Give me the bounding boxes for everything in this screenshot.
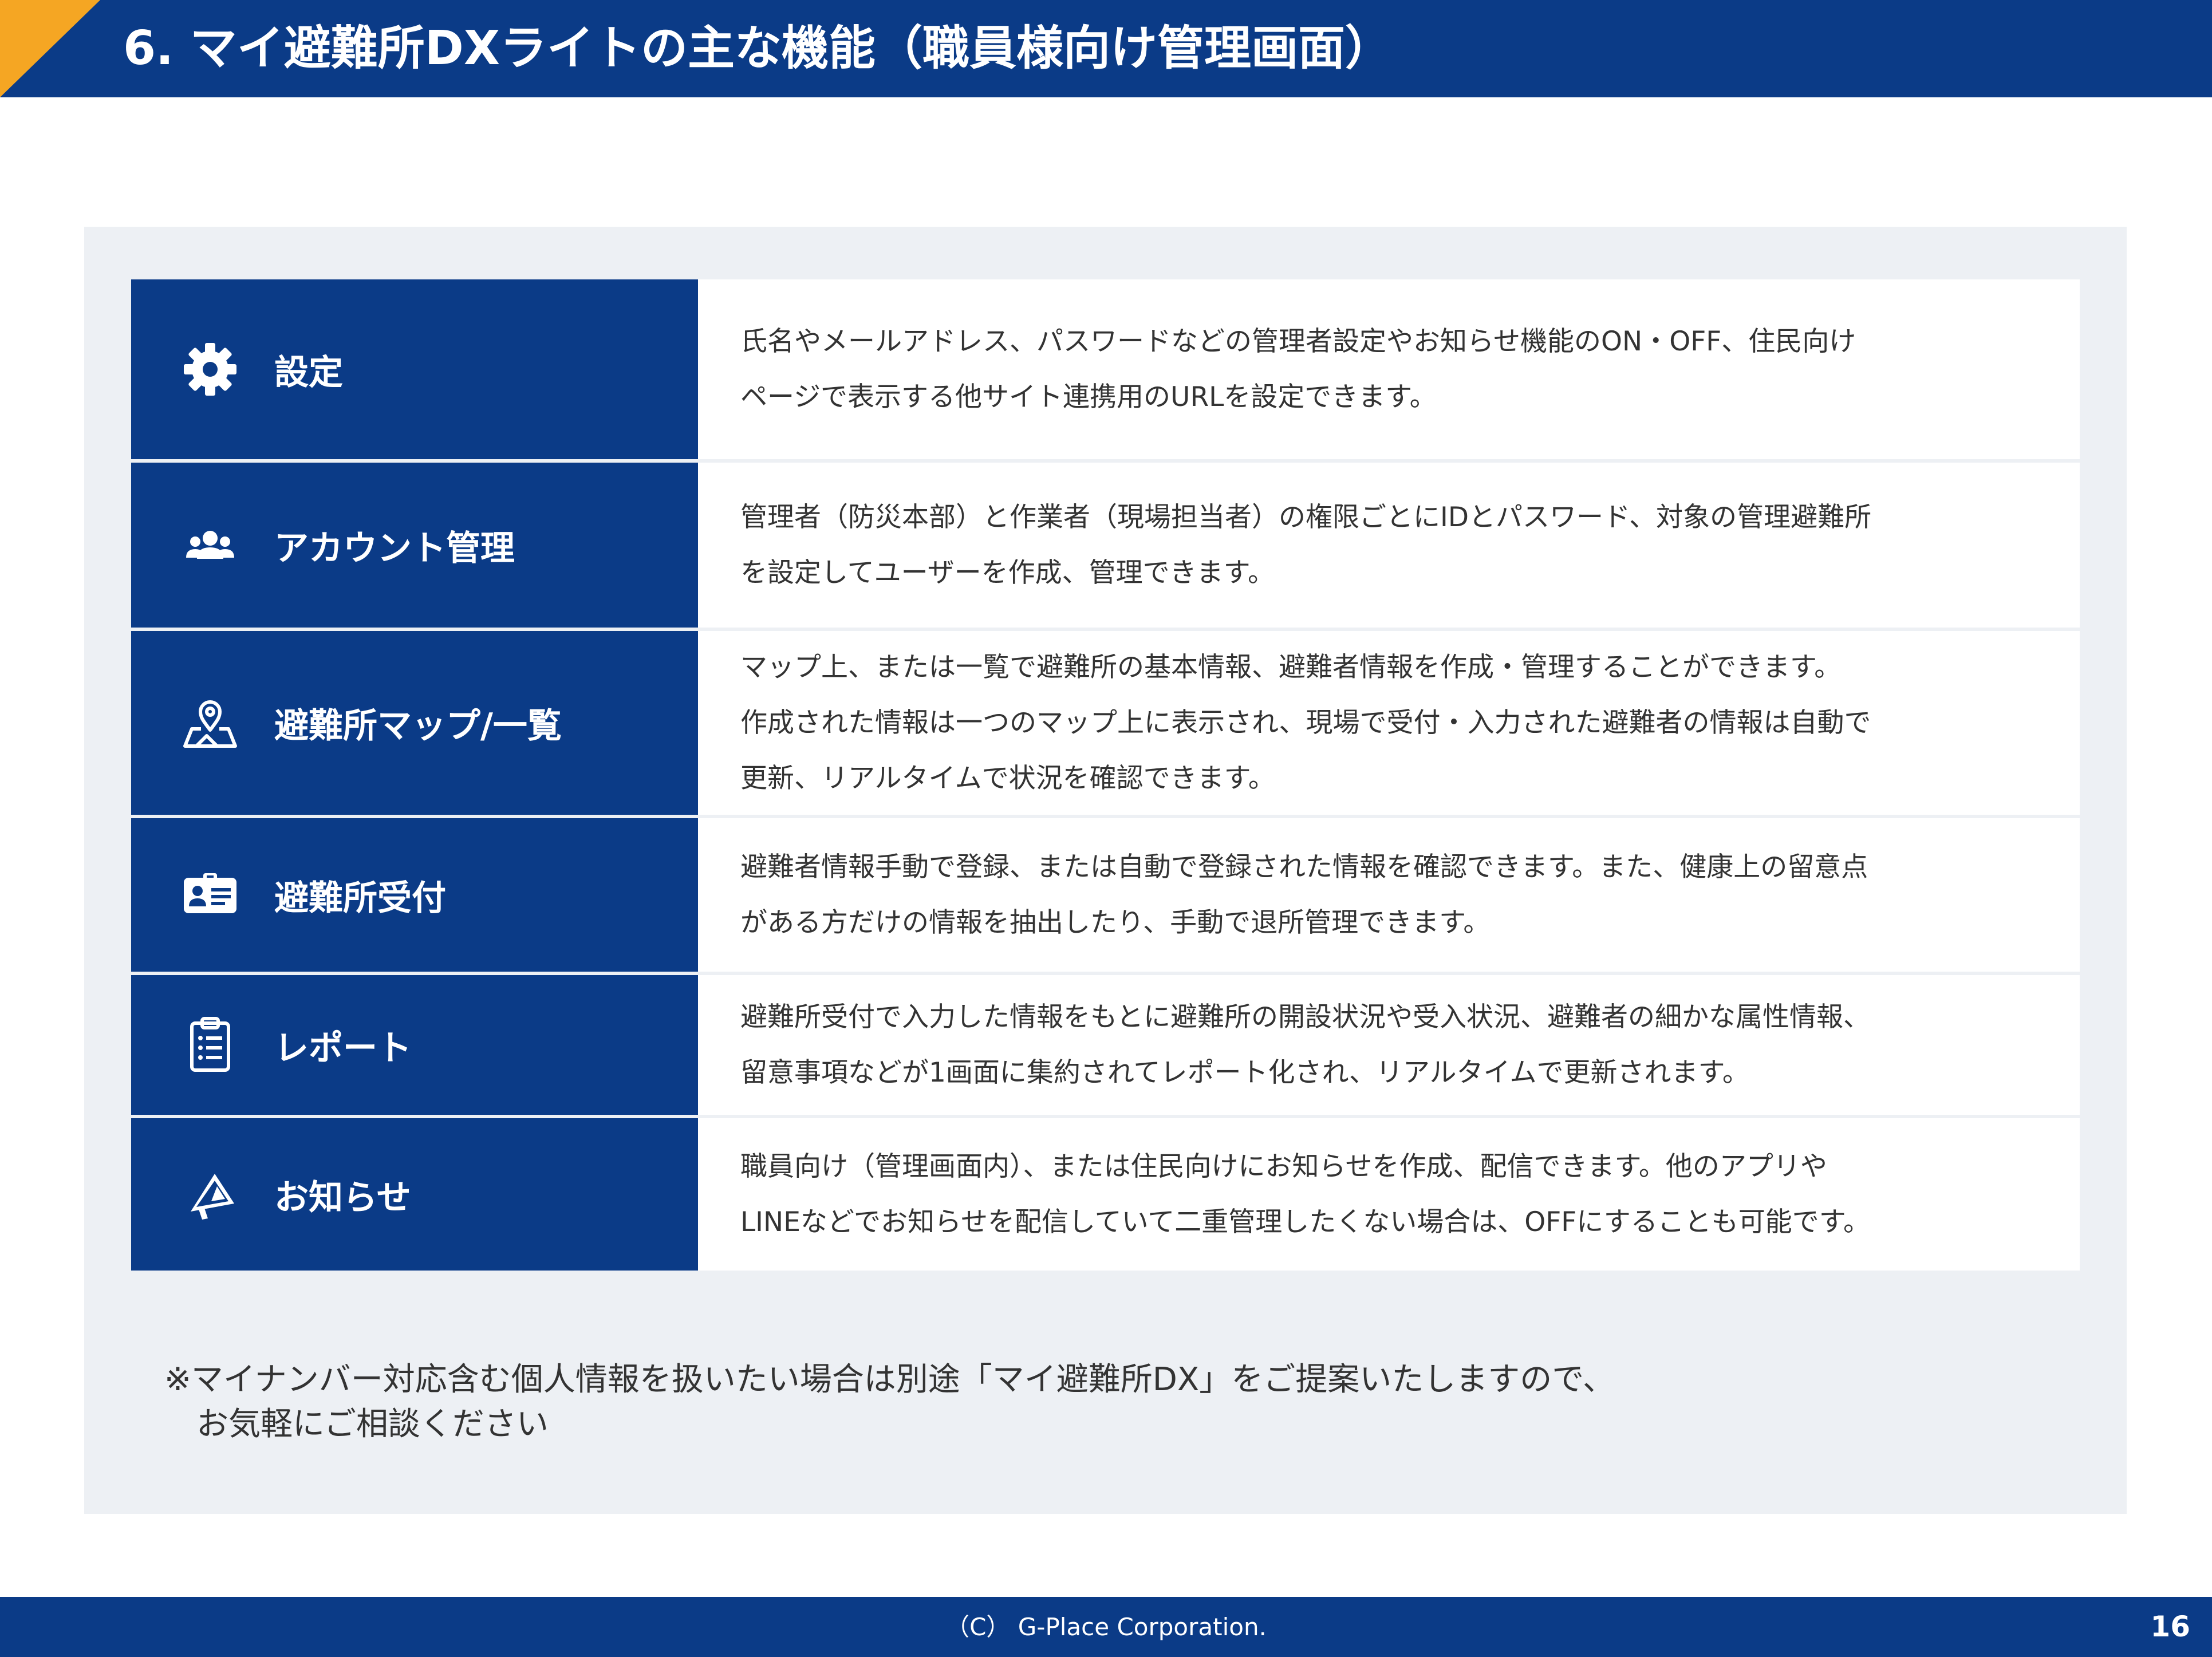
feature-label: 設定 bbox=[274, 352, 343, 393]
feature-description: マップ上、または一覧で避難所の基本情報、避難者情報を作成・管理することができます… bbox=[740, 652, 1871, 794]
megaphone-icon bbox=[191, 1174, 234, 1220]
feature-description-cell: 職員向け（管理画面内）、または住民向けにお知らせを作成、配信できます。他のアプリ… bbox=[703, 1118, 2080, 1271]
feature-label-cell: レポート bbox=[131, 975, 698, 1115]
feature-row-account: アカウント管理 管理者（防災本部）と作業者（現場担当者）の権限ごとにIDとパスワ… bbox=[131, 463, 2080, 628]
clipboard-icon bbox=[190, 1017, 230, 1072]
feature-row-settings: 設定 氏名やメールアドレス、パスワードなどの管理者設定やお知らせ機能のON・OF… bbox=[131, 279, 2080, 459]
feature-description: 避難者情報手動で登録、または自動で登録された情報を確認できます。また、健康上の留… bbox=[740, 851, 1868, 938]
feature-description-cell: 避難所受付で入力した情報をもとに避難所の開設状況や受入状況、避難者の細かな属性情… bbox=[703, 975, 2080, 1115]
page-header: 6. マイ避難所DXライトの主な機能（職員様向け管理画面） bbox=[0, 0, 2212, 97]
content-panel: 設定 氏名やメールアドレス、パスワードなどの管理者設定やお知らせ機能のON・OF… bbox=[84, 227, 2127, 1514]
feature-description: 避難所受付で入力した情報をもとに避難所の開設状況や受入状況、避難者の細かな属性情… bbox=[740, 1001, 1871, 1088]
feature-description: 職員向け（管理画面内）、または住民向けにお知らせを作成、配信できます。他のアプリ… bbox=[740, 1151, 1871, 1238]
feature-row-map: 避難所マップ/一覧 マップ上、または一覧で避難所の基本情報、避難者情報を作成・管… bbox=[131, 631, 2080, 815]
feature-label: アカウント管理 bbox=[274, 528, 515, 569]
feature-label: お知らせ bbox=[274, 1177, 411, 1218]
feature-table: 設定 氏名やメールアドレス、パスワードなどの管理者設定やお知らせ機能のON・OF… bbox=[131, 279, 2080, 1271]
id-card-icon bbox=[184, 873, 236, 913]
feature-description-cell: 避難者情報手動で登録、または自動で登録された情報を確認できます。また、健康上の留… bbox=[703, 818, 2080, 972]
feature-description-cell: 管理者（防災本部）と作業者（現場担当者）の権限ごとにIDとパスワード、対象の管理… bbox=[703, 463, 2080, 628]
feature-row-report: レポート 避難所受付で入力した情報をもとに避難所の開設状況や受入状況、避難者の細… bbox=[131, 975, 2080, 1115]
feature-label-cell: お知らせ bbox=[131, 1118, 698, 1271]
feature-label-cell: アカウント管理 bbox=[131, 463, 698, 628]
feature-label: レポート bbox=[274, 1028, 412, 1068]
feature-label-cell: 避難所マップ/一覧 bbox=[131, 631, 698, 815]
feature-description: 氏名やメールアドレス、パスワードなどの管理者設定やお知らせ機能のON・OFF、住… bbox=[740, 326, 1856, 413]
page-title: 6. マイ避難所DXライトの主な機能（職員様向け管理画面） bbox=[123, 21, 1393, 76]
feature-row-reception: 避難所受付 避難者情報手動で登録、または自動で登録された情報を確認できます。また… bbox=[131, 818, 2080, 972]
header-accent-triangle bbox=[0, 0, 100, 97]
feature-label-cell: 避難所受付 bbox=[131, 818, 698, 972]
feature-label-cell: 設定 bbox=[131, 279, 698, 459]
page-footer: （C） G-Place Corporation. 16 bbox=[0, 1597, 2212, 1657]
feature-label: 避難所受付 bbox=[274, 878, 446, 918]
map-pin-icon bbox=[183, 700, 237, 748]
page-number: 16 bbox=[2150, 1610, 2190, 1643]
feature-description-cell: マップ上、または一覧で避難所の基本情報、避難者情報を作成・管理することができます… bbox=[703, 631, 2080, 815]
copyright-text: （C） G-Place Corporation. bbox=[945, 1613, 1267, 1641]
feature-label: 避難所マップ/一覧 bbox=[274, 706, 562, 746]
feature-row-notice: お知らせ 職員向け（管理画面内）、または住民向けにお知らせを作成、配信できます。… bbox=[131, 1118, 2080, 1271]
gear-icon bbox=[184, 343, 236, 396]
users-icon bbox=[186, 531, 234, 559]
feature-description: 管理者（防災本部）と作業者（現場担当者）の権限ごとにIDとパスワード、対象の管理… bbox=[740, 502, 1872, 589]
feature-description-cell: 氏名やメールアドレス、パスワードなどの管理者設定やお知らせ機能のON・OFF、住… bbox=[703, 279, 2080, 459]
footnote: ※マイナンバー対応含む個人情報を扱いたい場合は別途「マイ避難所DX」をご提案いた… bbox=[164, 1361, 1615, 1443]
